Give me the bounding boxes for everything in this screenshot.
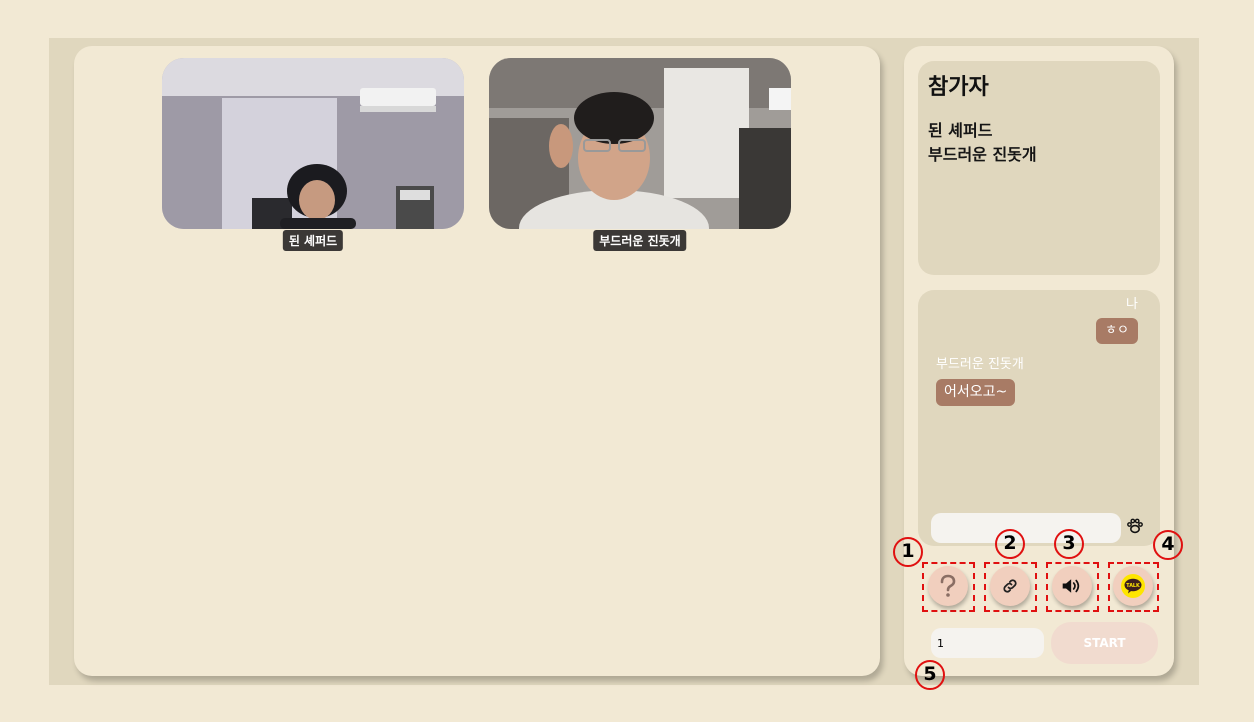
- chat-panel: 나 ㅎㅇ 부드러운 진돗개 어서오고~: [918, 290, 1160, 546]
- video-name-tag-2: 부드러운 진돗개: [593, 230, 687, 251]
- chat-message-other: 어서오고~: [936, 379, 1016, 406]
- participant-list: 된 셰퍼드 부드러운 진돗개: [928, 119, 1037, 167]
- annotation-number-4: 4: [1153, 530, 1183, 560]
- participants-panel: 참가자 된 셰퍼드 부드러운 진돗개: [918, 61, 1160, 275]
- participant-item: 된 셰퍼드: [928, 121, 993, 140]
- start-button[interactable]: START: [1051, 622, 1158, 664]
- copy-link-button[interactable]: [990, 566, 1030, 606]
- sound-button[interactable]: [1052, 566, 1092, 606]
- chat-sender-me: 나: [1126, 297, 1138, 312]
- round-count-input[interactable]: [931, 628, 1044, 658]
- annotation-number-1: 1: [893, 537, 923, 567]
- speaker-icon: [1062, 579, 1080, 593]
- annotation-number-5: 5: [915, 660, 945, 690]
- annotation-number-3: 3: [1054, 529, 1084, 559]
- chat-input[interactable]: [931, 513, 1121, 543]
- video-tile-2: 부드러운 진돗개: [489, 58, 791, 251]
- video-feed-2: [489, 58, 791, 229]
- participants-title: 참가자: [928, 75, 989, 100]
- chat-sender-other: 부드러운 진돗개: [936, 357, 1024, 372]
- question-mark-icon: [940, 574, 956, 597]
- video-feed-1: [162, 58, 464, 229]
- annotation-number-2: 2: [995, 529, 1025, 559]
- kakao-share-button[interactable]: TALK: [1113, 566, 1153, 606]
- help-button[interactable]: [928, 566, 968, 606]
- paw-icon: [1127, 518, 1143, 534]
- video-tile-1: 된 셰퍼드: [162, 58, 464, 251]
- kakao-label: TALK: [1126, 583, 1140, 589]
- participant-item: 부드러운 진돗개: [928, 145, 1037, 164]
- chat-message-me: ㅎㅇ: [1096, 318, 1138, 344]
- kakao-talk-icon: TALK: [1121, 574, 1145, 598]
- paw-send-button[interactable]: [1125, 516, 1145, 536]
- video-name-tag-1: 된 셰퍼드: [282, 230, 344, 251]
- link-icon: [1003, 579, 1017, 593]
